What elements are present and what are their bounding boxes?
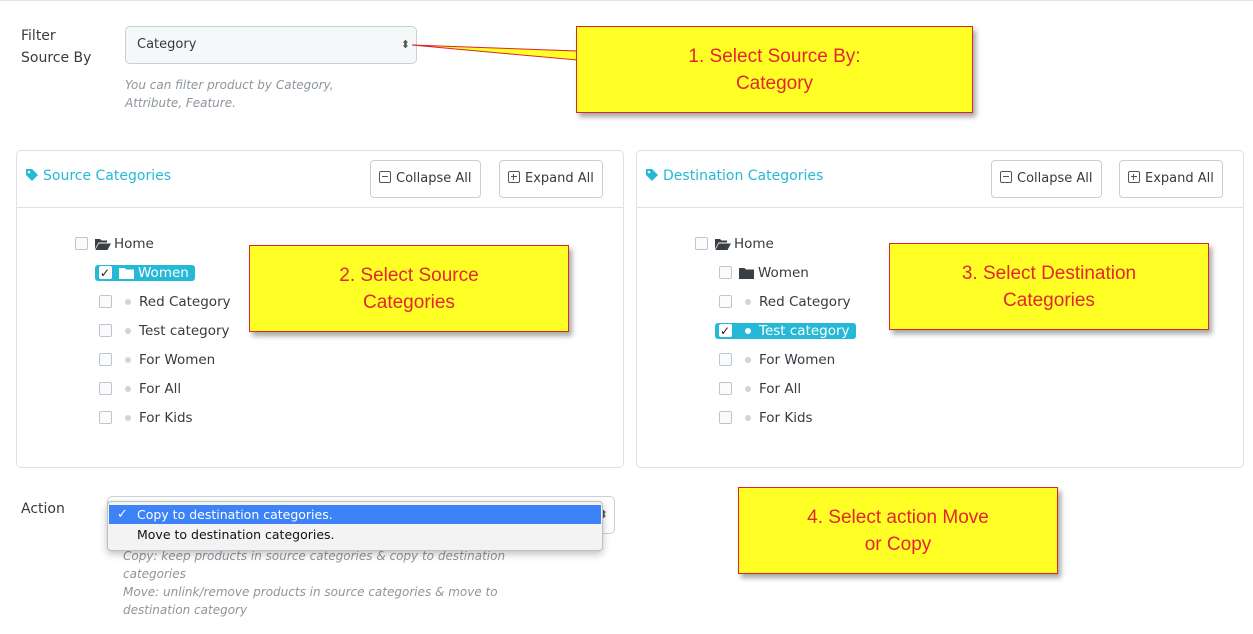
callout-4-line2: or Copy bbox=[864, 533, 932, 555]
callout-2-line2: Categories bbox=[363, 291, 455, 313]
callout-1-line2: Category bbox=[735, 72, 814, 94]
callout-2: 2. Select Source Categories bbox=[249, 245, 569, 332]
callout-3-line1: 3. Select Destination bbox=[961, 262, 1137, 284]
callout-3: 3. Select Destination Categories bbox=[889, 243, 1209, 330]
callout-2-line1: 2. Select Source bbox=[339, 264, 479, 286]
callout-1-line1: 1. Select Source By: bbox=[688, 45, 861, 67]
callout-4: 4. Select action Move or Copy bbox=[738, 487, 1058, 574]
callout-4-line1: 4. Select action Move bbox=[807, 506, 989, 528]
callout-3-line2: Categories bbox=[1003, 289, 1095, 311]
callout-1: 1. Select Source By: Category bbox=[576, 26, 973, 113]
